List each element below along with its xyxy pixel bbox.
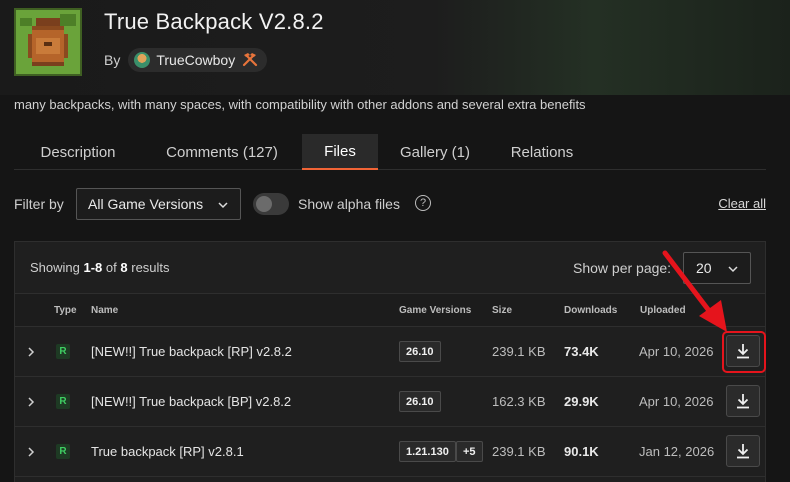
game-version-chip: 1.21.130 [399, 441, 456, 462]
chevron-right-icon[interactable] [27, 396, 35, 408]
filter-label: Filter by [14, 196, 64, 212]
download-count: 73.4K [564, 344, 599, 359]
game-version-chip: 26.10 [399, 391, 441, 412]
table-row[interactable]: R [NEW!!] True backpack [BP] v2.8.2 26.1… [15, 377, 765, 427]
tab-files[interactable]: Files [302, 134, 378, 170]
results-count: Showing 1-8 of 8 results [30, 260, 170, 275]
file-size: 162.3 KB [492, 394, 546, 409]
project-tabs: Description Comments (127) Files Gallery… [14, 134, 766, 170]
author-name[interactable]: TrueCowboy [156, 52, 235, 68]
project-summary: many backpacks, with many spaces, with c… [14, 97, 586, 112]
download-button[interactable] [726, 435, 760, 467]
tab-description[interactable]: Description [14, 134, 142, 170]
table-row[interactable]: R True backpack [RP] v2.8.1 1.21.130 +5 … [15, 427, 765, 477]
page: True Backpack V2.8.2 By TrueCowboy many … [0, 0, 790, 482]
results-of: of [105, 260, 117, 275]
showing-prefix: Showing [30, 260, 80, 275]
help-icon[interactable]: ? [415, 195, 431, 211]
tab-comments[interactable]: Comments (127) [142, 134, 302, 170]
project-header: True Backpack V2.8.2 By TrueCowboy [0, 0, 790, 95]
file-size: 239.1 KB [492, 444, 546, 459]
results-total: 8 [120, 260, 128, 275]
table-row[interactable]: R [NEW!!] True backpack [RP] v2.8.2 26.1… [15, 327, 765, 377]
header-size: Size [492, 305, 513, 316]
backpack-thumbnail-icon [16, 10, 80, 74]
game-version-value: All Game Versions [88, 196, 204, 212]
results-suffix: results [131, 260, 170, 275]
download-button[interactable] [726, 385, 760, 417]
upload-date: Jan 12, 2026 [639, 444, 715, 459]
header-game-versions: Game Versions [399, 305, 472, 316]
project-title: True Backpack V2.8.2 [104, 9, 324, 34]
chevron-right-icon[interactable] [27, 346, 35, 358]
header-name: Name [91, 305, 119, 316]
filter-row: Filter by All Game Versions Show alpha f… [14, 188, 766, 220]
file-name[interactable]: [NEW!!] True backpack [BP] v2.8.2 [91, 394, 291, 409]
results-range: 1-8 [83, 260, 103, 275]
download-count: 29.9K [564, 394, 599, 409]
game-version-select[interactable]: All Game Versions [76, 188, 241, 220]
header-type: Type [54, 305, 77, 316]
author-avatar [134, 52, 151, 68]
header-downloads: Downloads [564, 305, 618, 316]
download-count: 90.1K [564, 444, 599, 459]
files-panel: Showing 1-8 of 8 results Show per page: … [14, 241, 766, 482]
release-type-badge: R [56, 444, 70, 459]
toggle-knob [256, 196, 272, 212]
project-thumbnail [14, 8, 82, 76]
upload-date: Apr 10, 2026 [639, 344, 714, 359]
chevron-right-icon[interactable] [27, 446, 35, 458]
file-size: 239.1 KB [492, 344, 546, 359]
tab-gallery[interactable]: Gallery (1) [378, 134, 492, 170]
release-type-badge: R [56, 394, 70, 409]
download-icon [737, 444, 749, 459]
results-bar: Showing 1-8 of 8 results Show per page: … [15, 242, 765, 293]
game-version-chip: 26.10 [399, 341, 441, 362]
chevron-down-icon [218, 202, 228, 209]
file-name[interactable]: [NEW!!] True backpack [RP] v2.8.2 [91, 344, 292, 359]
upload-date: Apr 10, 2026 [639, 394, 714, 409]
release-type-badge: R [56, 344, 70, 359]
clear-all-link[interactable]: Clear all [718, 196, 766, 211]
alpha-files-toggle[interactable] [253, 193, 289, 215]
table-header: Type Name Game Versions Size Downloads U… [15, 293, 765, 327]
annotation-highlight-box [722, 331, 766, 373]
by-label: By [104, 52, 121, 68]
author-chip[interactable]: TrueCowboy [128, 48, 268, 72]
more-versions-chip[interactable]: +5 [456, 441, 483, 462]
download-icon [737, 394, 749, 409]
file-name[interactable]: True backpack [RP] v2.8.1 [91, 444, 244, 459]
annotation-arrow [662, 250, 727, 332]
tab-relations[interactable]: Relations [492, 134, 592, 170]
hammer-pickaxe-icon [243, 53, 258, 67]
author-row: By TrueCowboy [104, 48, 268, 72]
alpha-files-label: Show alpha files [298, 196, 400, 212]
